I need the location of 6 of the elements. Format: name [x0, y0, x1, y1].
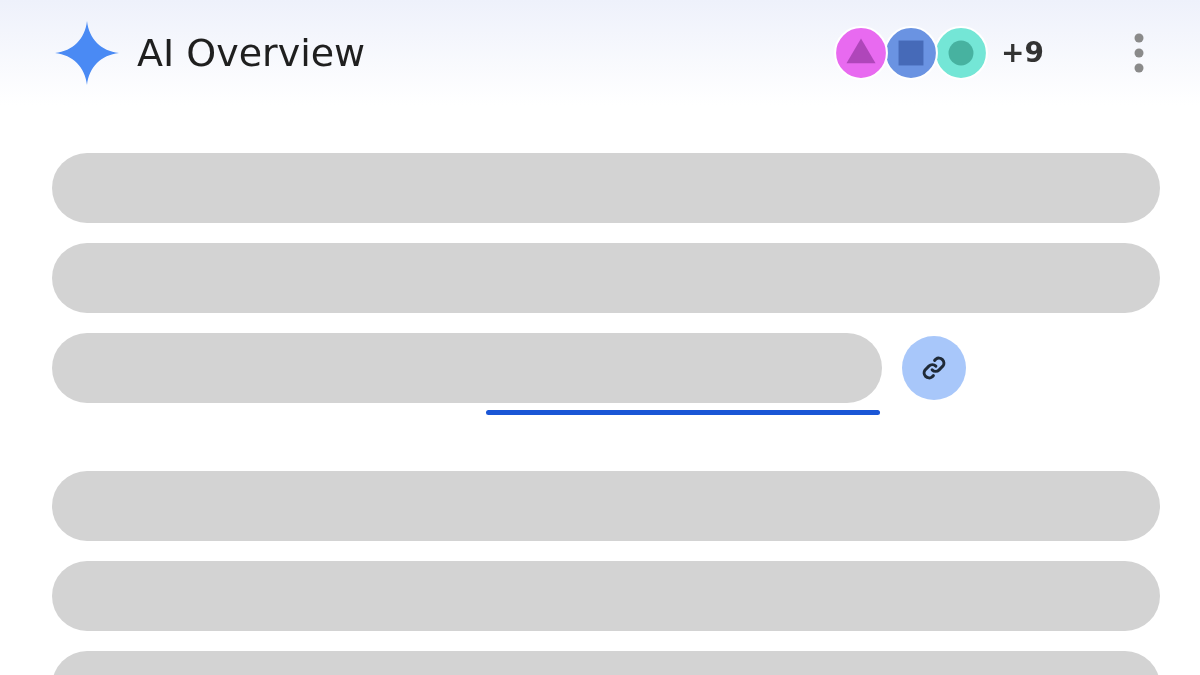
- source-avatar[interactable]: [833, 24, 890, 81]
- more-sources-count[interactable]: +9: [1001, 36, 1044, 69]
- source-avatar[interactable]: [883, 24, 940, 81]
- source-avatar[interactable]: [933, 24, 990, 81]
- header-title: AI Overview: [137, 30, 366, 75]
- more-options-icon[interactable]: [1134, 32, 1144, 73]
